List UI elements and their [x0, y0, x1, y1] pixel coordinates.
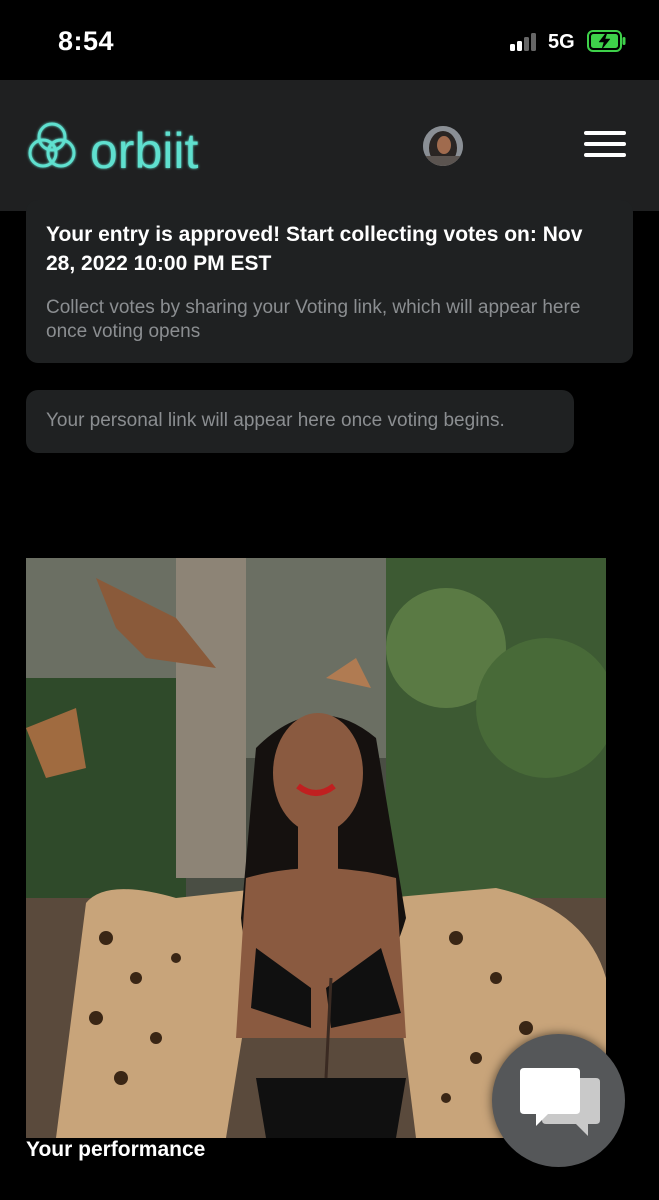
orbiit-logo[interactable]: orbiit: [26, 120, 236, 176]
voting-link-placeholder: Your personal link will appear here once…: [46, 410, 505, 431]
entry-approved-card: Your entry is approved! Start collecting…: [26, 200, 633, 363]
logo-text: orbiit: [90, 123, 198, 176]
performance-caption: Your performance: [26, 1138, 206, 1161]
hamburger-menu-icon[interactable]: [584, 131, 628, 159]
voting-link-box: Your personal link will appear here once…: [26, 390, 574, 453]
battery-charging-icon: [587, 30, 626, 52]
cellular-signal-icon: [510, 33, 540, 51]
app-header: orbiit: [0, 80, 659, 211]
chat-button[interactable]: [492, 1034, 625, 1167]
network-type: 5G: [548, 31, 575, 53]
status-bar: 8:54 5G: [0, 0, 659, 80]
notice-body: Collect votes by sharing your Voting lin…: [46, 297, 581, 342]
notice-title: Your entry is approved! Start collecting…: [46, 223, 583, 275]
user-avatar[interactable]: [423, 126, 463, 166]
status-time: 8:54: [58, 26, 115, 56]
chat-bubbles-icon: [520, 1068, 600, 1136]
